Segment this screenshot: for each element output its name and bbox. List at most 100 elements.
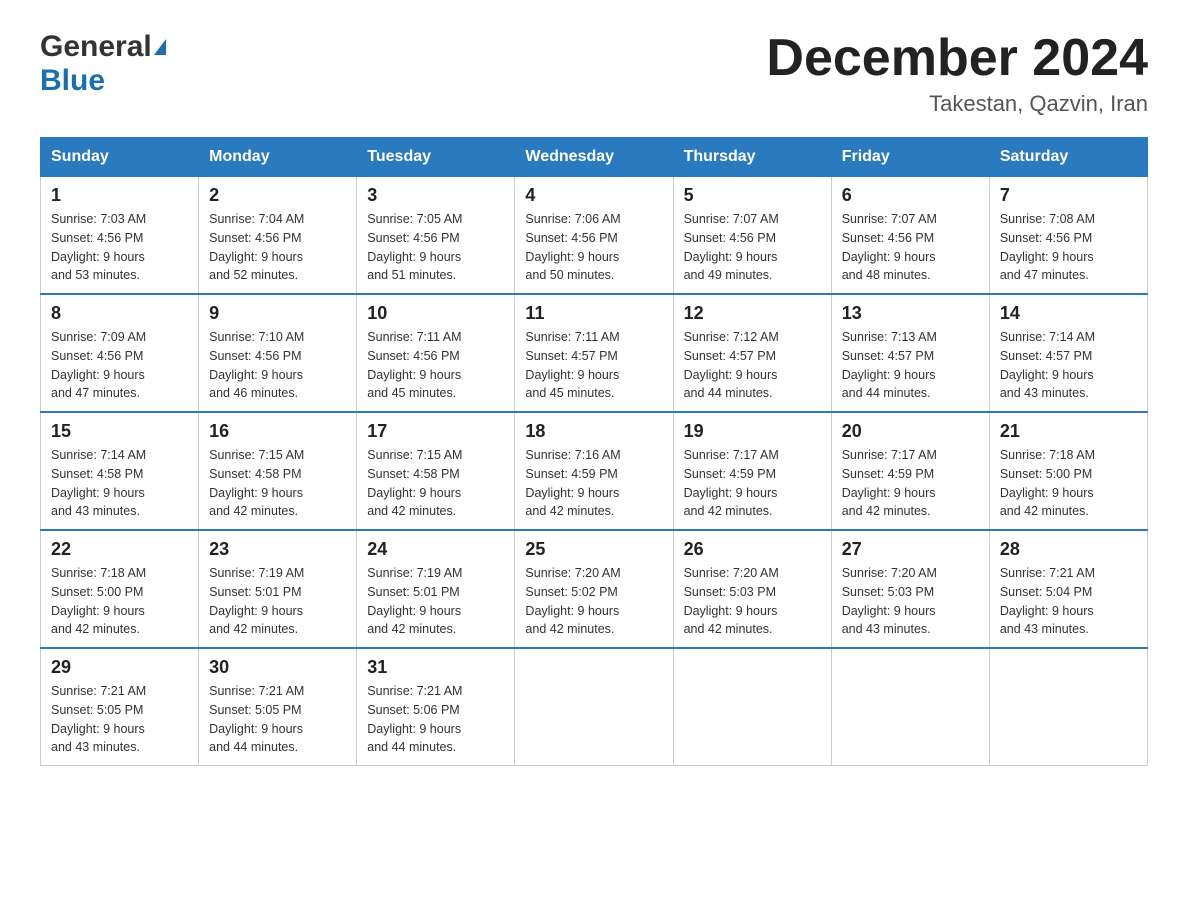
day-number: 19 [684, 421, 821, 442]
calendar-day-cell: 31 Sunrise: 7:21 AM Sunset: 5:06 PM Dayl… [357, 648, 515, 766]
day-info: Sunrise: 7:14 AM Sunset: 4:57 PM Dayligh… [1000, 328, 1137, 403]
day-number: 16 [209, 421, 346, 442]
calendar-day-cell: 9 Sunrise: 7:10 AM Sunset: 4:56 PM Dayli… [199, 294, 357, 412]
day-info: Sunrise: 7:09 AM Sunset: 4:56 PM Dayligh… [51, 328, 188, 403]
calendar-day-cell: 23 Sunrise: 7:19 AM Sunset: 5:01 PM Dayl… [199, 530, 357, 648]
calendar-day-cell: 20 Sunrise: 7:17 AM Sunset: 4:59 PM Dayl… [831, 412, 989, 530]
col-wednesday: Wednesday [515, 138, 673, 177]
calendar-day-cell [673, 648, 831, 766]
day-info: Sunrise: 7:18 AM Sunset: 5:00 PM Dayligh… [1000, 446, 1137, 521]
calendar-day-cell: 16 Sunrise: 7:15 AM Sunset: 4:58 PM Dayl… [199, 412, 357, 530]
day-info: Sunrise: 7:21 AM Sunset: 5:05 PM Dayligh… [51, 682, 188, 757]
day-number: 28 [1000, 539, 1137, 560]
calendar-day-cell: 11 Sunrise: 7:11 AM Sunset: 4:57 PM Dayl… [515, 294, 673, 412]
day-number: 24 [367, 539, 504, 560]
title-section: December 2024 Takestan, Qazvin, Iran [766, 30, 1148, 117]
calendar-day-cell: 3 Sunrise: 7:05 AM Sunset: 4:56 PM Dayli… [357, 177, 515, 295]
day-number: 14 [1000, 303, 1137, 324]
day-number: 21 [1000, 421, 1137, 442]
calendar-day-cell: 7 Sunrise: 7:08 AM Sunset: 4:56 PM Dayli… [989, 177, 1147, 295]
day-info: Sunrise: 7:07 AM Sunset: 4:56 PM Dayligh… [684, 210, 821, 285]
logo-general-text: General [40, 30, 152, 64]
location-subtitle: Takestan, Qazvin, Iran [766, 91, 1148, 117]
day-info: Sunrise: 7:21 AM Sunset: 5:05 PM Dayligh… [209, 682, 346, 757]
calendar-day-cell: 25 Sunrise: 7:20 AM Sunset: 5:02 PM Dayl… [515, 530, 673, 648]
calendar-day-cell: 26 Sunrise: 7:20 AM Sunset: 5:03 PM Dayl… [673, 530, 831, 648]
calendar-header-row: Sunday Monday Tuesday Wednesday Thursday… [41, 138, 1148, 177]
calendar-day-cell: 15 Sunrise: 7:14 AM Sunset: 4:58 PM Dayl… [41, 412, 199, 530]
calendar-day-cell: 30 Sunrise: 7:21 AM Sunset: 5:05 PM Dayl… [199, 648, 357, 766]
day-number: 1 [51, 185, 188, 206]
calendar-day-cell: 1 Sunrise: 7:03 AM Sunset: 4:56 PM Dayli… [41, 177, 199, 295]
calendar-week-4: 22 Sunrise: 7:18 AM Sunset: 5:00 PM Dayl… [41, 530, 1148, 648]
calendar-day-cell: 14 Sunrise: 7:14 AM Sunset: 4:57 PM Dayl… [989, 294, 1147, 412]
calendar-day-cell: 29 Sunrise: 7:21 AM Sunset: 5:05 PM Dayl… [41, 648, 199, 766]
calendar-day-cell [515, 648, 673, 766]
calendar-day-cell [989, 648, 1147, 766]
day-info: Sunrise: 7:21 AM Sunset: 5:06 PM Dayligh… [367, 682, 504, 757]
day-number: 31 [367, 657, 504, 678]
day-number: 29 [51, 657, 188, 678]
day-info: Sunrise: 7:08 AM Sunset: 4:56 PM Dayligh… [1000, 210, 1137, 285]
day-number: 11 [525, 303, 662, 324]
day-info: Sunrise: 7:20 AM Sunset: 5:03 PM Dayligh… [684, 564, 821, 639]
day-number: 18 [525, 421, 662, 442]
day-info: Sunrise: 7:15 AM Sunset: 4:58 PM Dayligh… [367, 446, 504, 521]
col-friday: Friday [831, 138, 989, 177]
day-info: Sunrise: 7:11 AM Sunset: 4:57 PM Dayligh… [525, 328, 662, 403]
logo-blue-text: Blue [40, 64, 105, 97]
day-number: 13 [842, 303, 979, 324]
day-number: 27 [842, 539, 979, 560]
calendar-day-cell: 13 Sunrise: 7:13 AM Sunset: 4:57 PM Dayl… [831, 294, 989, 412]
calendar-week-1: 1 Sunrise: 7:03 AM Sunset: 4:56 PM Dayli… [41, 177, 1148, 295]
calendar-day-cell: 18 Sunrise: 7:16 AM Sunset: 4:59 PM Dayl… [515, 412, 673, 530]
calendar-day-cell: 4 Sunrise: 7:06 AM Sunset: 4:56 PM Dayli… [515, 177, 673, 295]
day-info: Sunrise: 7:06 AM Sunset: 4:56 PM Dayligh… [525, 210, 662, 285]
calendar-day-cell: 10 Sunrise: 7:11 AM Sunset: 4:56 PM Dayl… [357, 294, 515, 412]
day-info: Sunrise: 7:16 AM Sunset: 4:59 PM Dayligh… [525, 446, 662, 521]
day-number: 8 [51, 303, 188, 324]
day-number: 2 [209, 185, 346, 206]
calendar-day-cell: 2 Sunrise: 7:04 AM Sunset: 4:56 PM Dayli… [199, 177, 357, 295]
day-number: 10 [367, 303, 504, 324]
day-number: 6 [842, 185, 979, 206]
day-info: Sunrise: 7:14 AM Sunset: 4:58 PM Dayligh… [51, 446, 188, 521]
calendar-week-3: 15 Sunrise: 7:14 AM Sunset: 4:58 PM Dayl… [41, 412, 1148, 530]
calendar-day-cell: 8 Sunrise: 7:09 AM Sunset: 4:56 PM Dayli… [41, 294, 199, 412]
day-info: Sunrise: 7:04 AM Sunset: 4:56 PM Dayligh… [209, 210, 346, 285]
calendar-day-cell: 21 Sunrise: 7:18 AM Sunset: 5:00 PM Dayl… [989, 412, 1147, 530]
calendar-day-cell: 19 Sunrise: 7:17 AM Sunset: 4:59 PM Dayl… [673, 412, 831, 530]
day-info: Sunrise: 7:10 AM Sunset: 4:56 PM Dayligh… [209, 328, 346, 403]
day-number: 4 [525, 185, 662, 206]
logo-triangle-icon [154, 39, 166, 55]
col-thursday: Thursday [673, 138, 831, 177]
day-number: 12 [684, 303, 821, 324]
page-header: General Blue December 2024 Takestan, Qaz… [40, 30, 1148, 117]
day-info: Sunrise: 7:18 AM Sunset: 5:00 PM Dayligh… [51, 564, 188, 639]
calendar-table: Sunday Monday Tuesday Wednesday Thursday… [40, 137, 1148, 766]
col-tuesday: Tuesday [357, 138, 515, 177]
day-number: 20 [842, 421, 979, 442]
day-number: 30 [209, 657, 346, 678]
calendar-day-cell: 22 Sunrise: 7:18 AM Sunset: 5:00 PM Dayl… [41, 530, 199, 648]
month-title: December 2024 [766, 30, 1148, 87]
day-info: Sunrise: 7:12 AM Sunset: 4:57 PM Dayligh… [684, 328, 821, 403]
day-number: 26 [684, 539, 821, 560]
day-info: Sunrise: 7:13 AM Sunset: 4:57 PM Dayligh… [842, 328, 979, 403]
day-number: 25 [525, 539, 662, 560]
logo: General Blue [40, 30, 166, 98]
calendar-day-cell: 5 Sunrise: 7:07 AM Sunset: 4:56 PM Dayli… [673, 177, 831, 295]
day-number: 5 [684, 185, 821, 206]
day-number: 3 [367, 185, 504, 206]
day-info: Sunrise: 7:20 AM Sunset: 5:02 PM Dayligh… [525, 564, 662, 639]
day-number: 22 [51, 539, 188, 560]
day-number: 9 [209, 303, 346, 324]
day-info: Sunrise: 7:15 AM Sunset: 4:58 PM Dayligh… [209, 446, 346, 521]
day-info: Sunrise: 7:19 AM Sunset: 5:01 PM Dayligh… [209, 564, 346, 639]
day-info: Sunrise: 7:07 AM Sunset: 4:56 PM Dayligh… [842, 210, 979, 285]
day-info: Sunrise: 7:19 AM Sunset: 5:01 PM Dayligh… [367, 564, 504, 639]
day-info: Sunrise: 7:03 AM Sunset: 4:56 PM Dayligh… [51, 210, 188, 285]
calendar-day-cell: 28 Sunrise: 7:21 AM Sunset: 5:04 PM Dayl… [989, 530, 1147, 648]
col-monday: Monday [199, 138, 357, 177]
day-info: Sunrise: 7:05 AM Sunset: 4:56 PM Dayligh… [367, 210, 504, 285]
